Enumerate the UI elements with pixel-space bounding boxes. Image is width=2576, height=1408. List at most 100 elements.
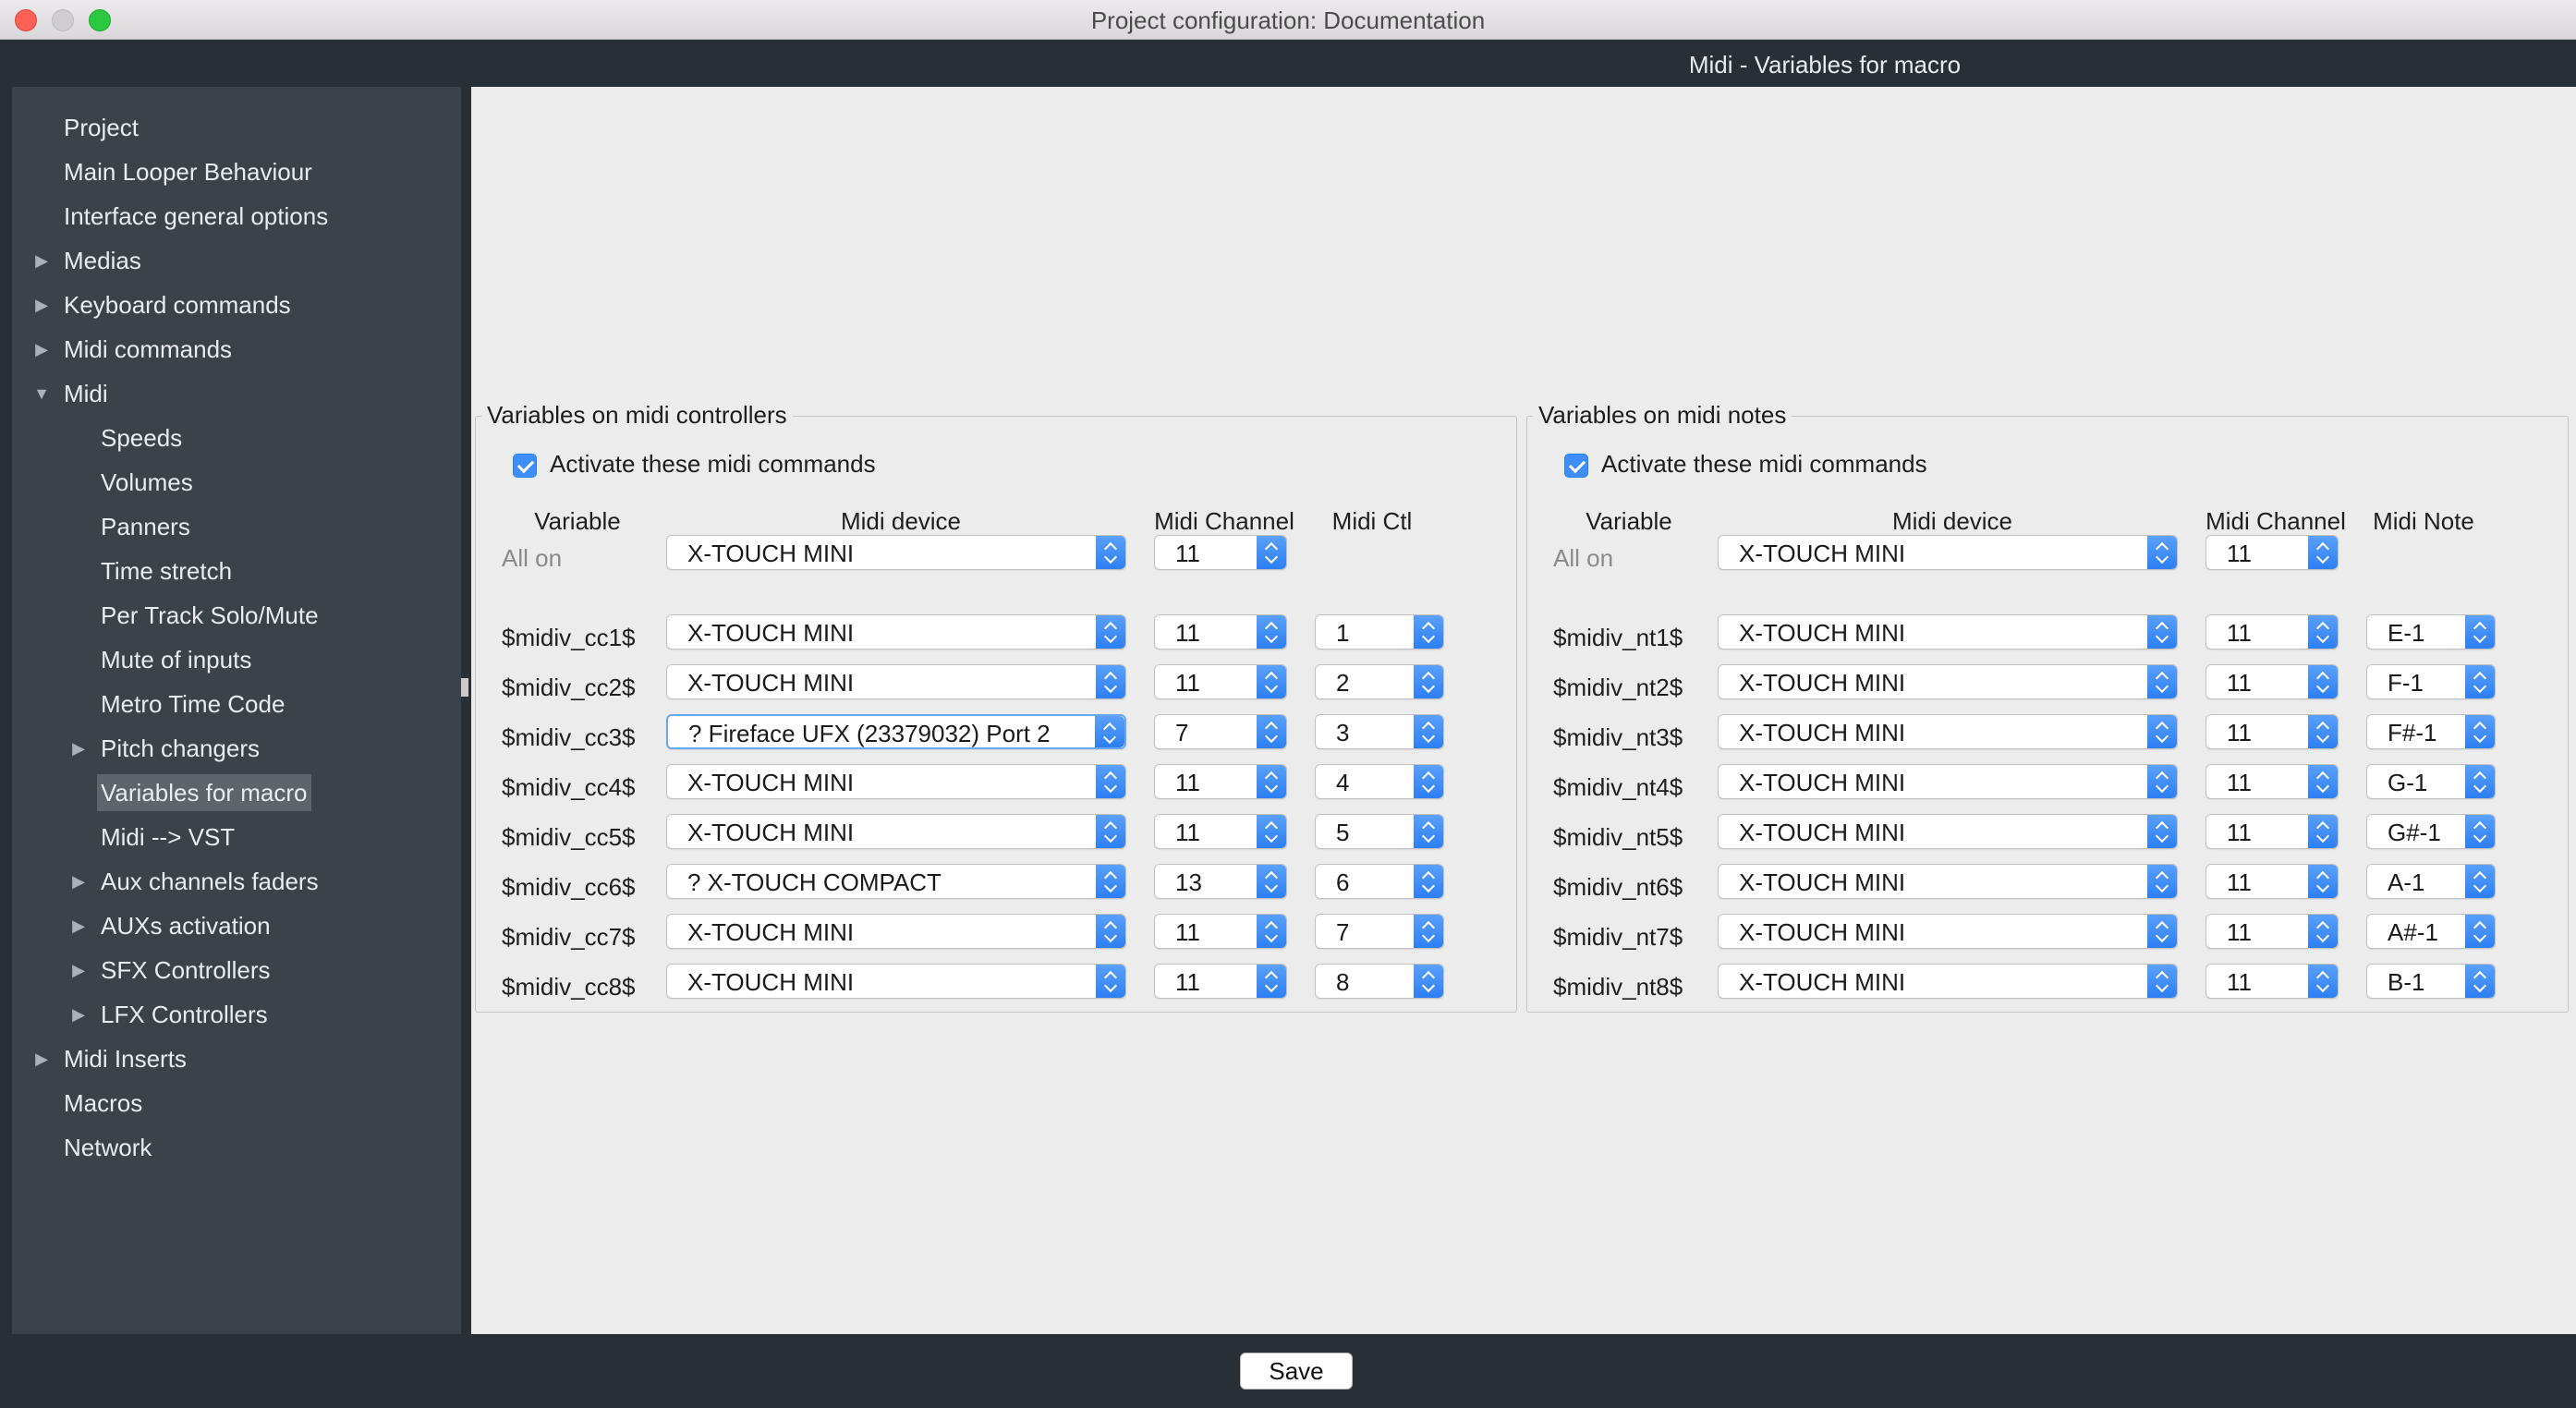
nt-device-select[interactable]: X-TOUCH MINI xyxy=(1718,964,2178,999)
cc-value-select[interactable]: 3 xyxy=(1315,714,1444,749)
stepper-arrows-icon[interactable] xyxy=(1257,815,1286,848)
sidebar-item-keyboard-commands[interactable]: ▶ Keyboard commands xyxy=(12,286,461,323)
disclosure-collapsed-icon[interactable]: ▶ xyxy=(69,863,88,900)
sidebar-item-panners[interactable]: Panners xyxy=(12,508,461,545)
disclosure-collapsed-icon[interactable]: ▶ xyxy=(32,286,51,323)
stepper-arrows-icon[interactable] xyxy=(1257,536,1286,569)
stepper-arrows-icon[interactable] xyxy=(1096,615,1125,649)
sidebar-item-per-track-solo-mute[interactable]: Per Track Solo/Mute xyxy=(12,597,461,634)
stepper-arrows-icon[interactable] xyxy=(1257,865,1286,898)
stepper-arrows-icon[interactable] xyxy=(2465,815,2495,848)
stepper-arrows-icon[interactable] xyxy=(2147,615,2177,649)
disclosure-expanded-icon[interactable]: ▼ xyxy=(32,375,51,412)
sidebar-item-project[interactable]: Project xyxy=(12,109,461,146)
sidebar-item-sfx-controllers[interactable]: ▶ SFX Controllers xyxy=(12,952,461,989)
stepper-arrows-icon[interactable] xyxy=(1096,915,1125,948)
disclosure-collapsed-icon[interactable]: ▶ xyxy=(69,730,88,767)
save-button[interactable]: Save xyxy=(1240,1353,1353,1390)
stepper-arrows-icon[interactable] xyxy=(1257,965,1286,998)
cc-channel-select[interactable]: 11 xyxy=(1154,964,1287,999)
sidebar-item-auxs-activation[interactable]: ▶ AUXs activation xyxy=(12,907,461,944)
sidebar-item-main-looper-behaviour[interactable]: Main Looper Behaviour xyxy=(12,153,461,190)
nt-value-select[interactable]: A#-1 xyxy=(2366,914,2496,949)
sidebar-item-network[interactable]: Network xyxy=(12,1129,461,1166)
nt-channel-select[interactable]: 11 xyxy=(2205,964,2339,999)
nt-all-on-device-select[interactable]: X-TOUCH MINI xyxy=(1718,535,2178,570)
stepper-arrows-icon[interactable] xyxy=(2147,915,2177,948)
cc-channel-select[interactable]: 11 xyxy=(1154,614,1287,649)
sidebar-item-metro-time-code[interactable]: Metro Time Code xyxy=(12,686,461,722)
cc-channel-select[interactable]: 13 xyxy=(1154,864,1287,899)
cc-device-select[interactable]: X-TOUCH MINI xyxy=(666,614,1126,649)
stepper-arrows-icon[interactable] xyxy=(1414,815,1443,848)
nt-value-select[interactable]: A-1 xyxy=(2366,864,2496,899)
nt-value-select[interactable]: F#-1 xyxy=(2366,714,2496,749)
stepper-arrows-icon[interactable] xyxy=(1257,665,1286,698)
cc-device-select[interactable]: X-TOUCH MINI xyxy=(666,964,1126,999)
nt-value-select[interactable]: E-1 xyxy=(2366,614,2496,649)
sidebar-item-midi-vst[interactable]: Midi --> VST xyxy=(12,819,461,856)
nt-value-select[interactable]: G#-1 xyxy=(2366,814,2496,849)
stepper-arrows-icon[interactable] xyxy=(2465,915,2495,948)
cc-device-select[interactable]: X-TOUCH MINI xyxy=(666,664,1126,699)
stepper-arrows-icon[interactable] xyxy=(1096,865,1125,898)
stepper-arrows-icon[interactable] xyxy=(2308,815,2338,848)
cc-value-select[interactable]: 6 xyxy=(1315,864,1444,899)
cc-value-select[interactable]: 5 xyxy=(1315,814,1444,849)
stepper-arrows-icon[interactable] xyxy=(1414,665,1443,698)
sidebar-item-midi[interactable]: ▼ Midi xyxy=(12,375,461,412)
nt-channel-select[interactable]: 11 xyxy=(2205,614,2339,649)
nt-channel-select[interactable]: 11 xyxy=(2205,914,2339,949)
stepper-arrows-icon[interactable] xyxy=(1257,915,1286,948)
cc-value-select[interactable]: 8 xyxy=(1315,964,1444,999)
stepper-arrows-icon[interactable] xyxy=(1414,715,1443,748)
disclosure-collapsed-icon[interactable]: ▶ xyxy=(69,907,88,944)
stepper-arrows-icon[interactable] xyxy=(1257,765,1286,798)
stepper-arrows-icon[interactable] xyxy=(2147,665,2177,698)
sidebar-item-midi-commands[interactable]: ▶ Midi commands xyxy=(12,331,461,368)
stepper-arrows-icon[interactable] xyxy=(2308,615,2338,649)
stepper-arrows-icon[interactable] xyxy=(2465,965,2495,998)
stepper-arrows-icon[interactable] xyxy=(2308,915,2338,948)
stepper-arrows-icon[interactable] xyxy=(2147,765,2177,798)
stepper-arrows-icon[interactable] xyxy=(2308,965,2338,998)
sidebar-item-lfx-controllers[interactable]: ▶ LFX Controllers xyxy=(12,996,461,1033)
sidebar-item-speeds[interactable]: Speeds xyxy=(12,419,461,456)
stepper-arrows-icon[interactable] xyxy=(2465,865,2495,898)
splitter-handle[interactable] xyxy=(461,678,468,697)
cc-channel-select[interactable]: 11 xyxy=(1154,814,1287,849)
sidebar-item-medias[interactable]: ▶ Medias xyxy=(12,242,461,279)
nt-value-select[interactable]: B-1 xyxy=(2366,964,2496,999)
stepper-arrows-icon[interactable] xyxy=(2308,765,2338,798)
stepper-arrows-icon[interactable] xyxy=(2308,715,2338,748)
stepper-arrows-icon[interactable] xyxy=(1414,965,1443,998)
sidebar-item-volumes[interactable]: Volumes xyxy=(12,464,461,501)
nt-device-select[interactable]: X-TOUCH MINI xyxy=(1718,614,2178,649)
cc-channel-select[interactable]: 11 xyxy=(1154,664,1287,699)
stepper-arrows-icon[interactable] xyxy=(1257,615,1286,649)
stepper-arrows-icon[interactable] xyxy=(1096,765,1125,798)
disclosure-collapsed-icon[interactable]: ▶ xyxy=(32,331,51,368)
stepper-arrows-icon[interactable] xyxy=(2147,965,2177,998)
nt-device-select[interactable]: X-TOUCH MINI xyxy=(1718,714,2178,749)
stepper-arrows-icon[interactable] xyxy=(1257,715,1286,748)
cc-all-on-device-select[interactable]: X-TOUCH MINI xyxy=(666,535,1126,570)
stepper-arrows-icon[interactable] xyxy=(1414,865,1443,898)
nt-device-select[interactable]: X-TOUCH MINI xyxy=(1718,814,2178,849)
stepper-arrows-icon[interactable] xyxy=(1096,665,1125,698)
sidebar-item-mute-of-inputs[interactable]: Mute of inputs xyxy=(12,641,461,678)
sidebar-item-pitch-changers[interactable]: ▶ Pitch changers xyxy=(12,730,461,767)
stepper-arrows-icon[interactable] xyxy=(2308,865,2338,898)
nt-channel-select[interactable]: 11 xyxy=(2205,714,2339,749)
cc-device-select[interactable]: X-TOUCH MINI xyxy=(666,764,1126,799)
nt-value-select[interactable]: G-1 xyxy=(2366,764,2496,799)
stepper-arrows-icon[interactable] xyxy=(1414,915,1443,948)
sidebar-item-time-stretch[interactable]: Time stretch xyxy=(12,552,461,589)
stepper-arrows-icon[interactable] xyxy=(2147,715,2177,748)
nt-all-on-channel-select[interactable]: 11 xyxy=(2205,535,2339,570)
cc-value-select[interactable]: 7 xyxy=(1315,914,1444,949)
nt-device-select[interactable]: X-TOUCH MINI xyxy=(1718,764,2178,799)
sidebar-item-aux-channels-faders[interactable]: ▶ Aux channels faders xyxy=(12,863,461,900)
nt-channel-select[interactable]: 11 xyxy=(2205,814,2339,849)
stepper-arrows-icon[interactable] xyxy=(2147,815,2177,848)
